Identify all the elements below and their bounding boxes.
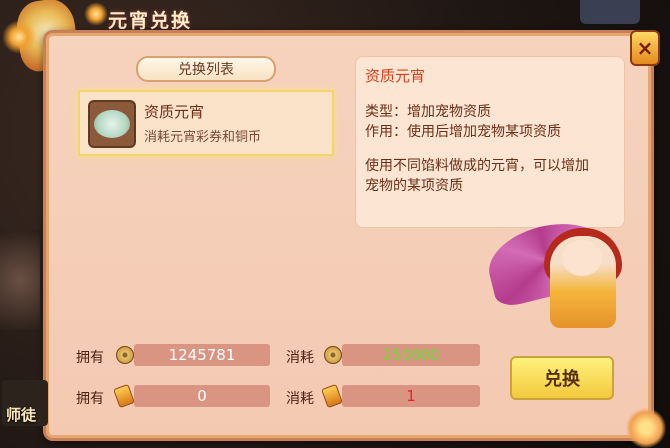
coins-owned-value: 1245781 (134, 344, 270, 366)
mentor-label[interactable]: 师徒 (6, 404, 36, 425)
exchange-list-header: 兑换列表 (136, 56, 276, 82)
firework-icon (84, 2, 108, 26)
item-description: 消耗元宵彩券和铜币 (144, 130, 262, 145)
copper-coin-icon (324, 346, 342, 364)
detail-effect: 作用：使用后增加宠物某项资质 (365, 124, 561, 140)
tickets-owned-label: 拥有 (76, 391, 104, 407)
item-name: 资质元宵 (144, 103, 205, 121)
tangyuan-bowl-icon (88, 100, 136, 148)
item-detail-panel: 资质元宵 类型：增加宠物资质 作用：使用后增加宠物某项资质 使用不同馅料做成的元… (355, 56, 625, 228)
character-illustration (481, 212, 628, 328)
left-decoration (0, 230, 40, 330)
tickets-owned-value: 0 (134, 385, 270, 407)
close-button[interactable]: × (630, 30, 660, 66)
exchange-button[interactable]: 兑换 (510, 356, 614, 400)
detail-description-2: 宠物的某项资质 (365, 178, 463, 194)
detail-description: 使用不同馅料做成的元宵，可以增加 (365, 158, 589, 174)
coins-owned-label: 拥有 (76, 350, 104, 366)
copper-coin-icon (116, 346, 134, 364)
firework-icon (2, 20, 36, 54)
list-item[interactable]: 资质元宵 消耗元宵彩券和铜币 (78, 90, 334, 156)
detail-title: 资质元宵 (365, 67, 426, 85)
top-right-hud (580, 0, 640, 24)
coins-cost-value: 250000 (342, 344, 480, 366)
tickets-cost-value: 1 (342, 385, 480, 407)
window-title: 元宵兑换 (108, 10, 193, 32)
tickets-cost-label: 消耗 (286, 391, 314, 407)
detail-type: 类型：增加宠物资质 (365, 104, 491, 120)
flower-icon (626, 408, 666, 448)
coins-cost-label: 消耗 (286, 350, 314, 366)
